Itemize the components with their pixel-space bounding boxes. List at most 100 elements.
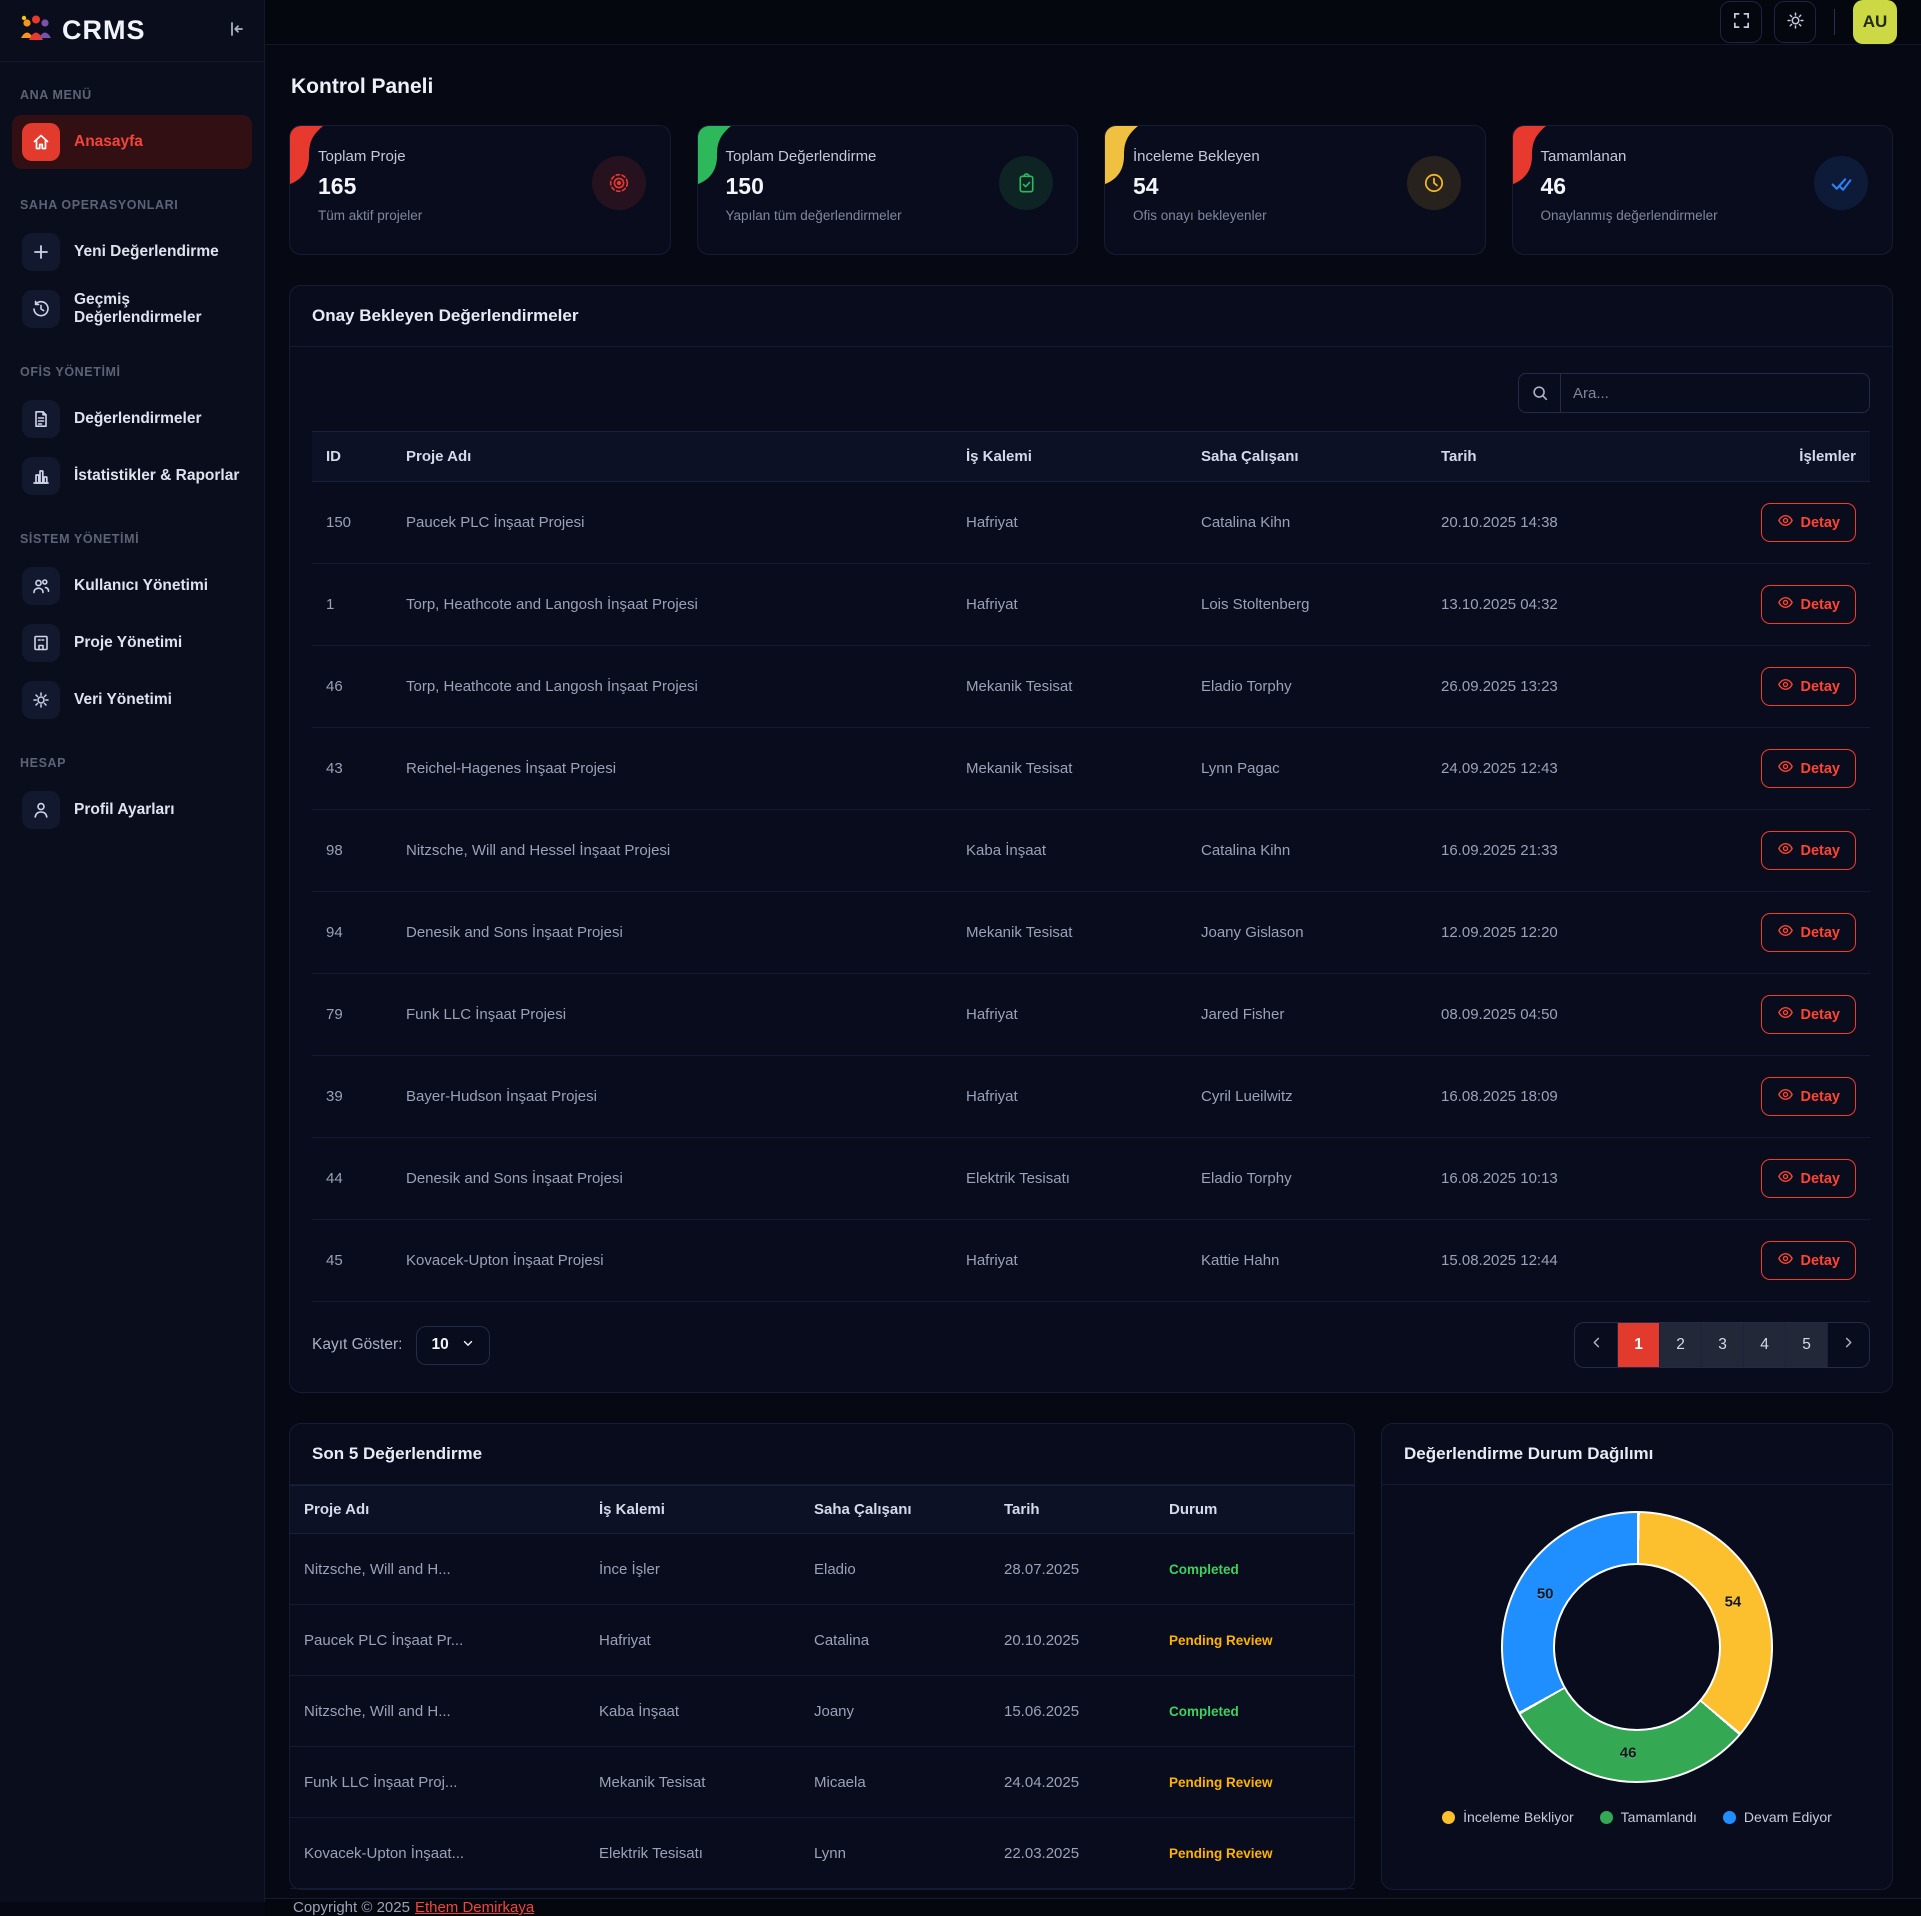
clipboard-check-icon <box>999 156 1053 210</box>
pager-page-5[interactable]: 5 <box>1785 1323 1827 1367</box>
sidebar-item-yeni-degerlendirme[interactable]: Yeni Değerlendirme <box>12 225 252 279</box>
cell-project: Funk LLC İnşaat Projesi <box>392 974 952 1056</box>
sidebar-item-label: Kullanıcı Yönetimi <box>74 577 208 595</box>
legend-item-tamamlandi[interactable]: Tamamlandı <box>1600 1809 1697 1825</box>
detay-label: Detay <box>1801 1007 1841 1023</box>
detay-button[interactable]: Detay <box>1761 503 1857 542</box>
cell-project: Nitzsche, Will and H... <box>290 1534 585 1605</box>
history-icon-box <box>22 290 60 328</box>
cell-date: 24.04.2025 <box>990 1747 1155 1818</box>
col-date: Tarih <box>1427 432 1707 482</box>
recent-panel-header: Son 5 Değerlendirme <box>290 1424 1354 1485</box>
table-row: Nitzsche, Will and H... Kaba İnşaat Joan… <box>290 1676 1354 1747</box>
eye-icon <box>1777 922 1794 943</box>
cell-project: Kovacek-Upton İnşaat Projesi <box>392 1220 952 1302</box>
cell-work-item: Mekanik Tesisat <box>585 1747 800 1818</box>
sidebar-item-label: Yeni Değerlendirme <box>74 243 219 261</box>
footer: Copyright © 2025 Ethem Demirkaya <box>265 1898 1921 1916</box>
cell-work-item: İnce İşler <box>585 1534 800 1605</box>
pager-page-1[interactable]: 1 <box>1617 1323 1659 1367</box>
search-box <box>1518 373 1870 413</box>
cell-date: 24.09.2025 12:43 <box>1427 728 1707 810</box>
pending-table: ID Proje Adı İş Kalemi Saha Çalışanı Tar… <box>312 431 1870 1302</box>
table-row: 43 Reichel-Hagenes İnşaat Projesi Mekani… <box>312 728 1870 810</box>
page-title: Kontrol Paneli <box>291 75 1893 99</box>
app-title: CRMS <box>62 15 146 46</box>
recent-table-header-row: Proje Adı İş Kalemi Saha Çalışanı Tarih … <box>290 1486 1354 1534</box>
pager-next-button[interactable] <box>1827 1323 1869 1367</box>
sidebar-item-gecmis-degerlendirmeler[interactable]: Geçmiş Değerlendirmeler <box>12 282 252 336</box>
detay-label: Detay <box>1801 597 1841 613</box>
detay-button[interactable]: Detay <box>1761 667 1857 706</box>
col-project: Proje Adı <box>392 432 952 482</box>
sidebar-item-profil-ayarlari[interactable]: Profil Ayarları <box>12 783 252 837</box>
detay-label: Detay <box>1801 1253 1841 1269</box>
detay-button[interactable]: Detay <box>1761 913 1857 952</box>
cell-id: 43 <box>312 728 392 810</box>
detay-button[interactable]: Detay <box>1761 749 1857 788</box>
page-size-select[interactable]: 10 <box>416 1326 489 1365</box>
eye-icon <box>1777 676 1794 697</box>
detay-button[interactable]: Detay <box>1761 831 1857 870</box>
sidebar-item-iistatistikler-raporlar[interactable]: İstatistikler & Raporlar <box>12 449 252 503</box>
legend-item-iinceleme-bekliyor[interactable]: İnceleme Bekliyor <box>1442 1809 1574 1825</box>
card-ribbon <box>1105 126 1143 193</box>
cell-project: Denesik and Sons İnşaat Projesi <box>392 892 952 974</box>
users-icon-box <box>22 567 60 605</box>
sidebar-item-anasayfa[interactable]: Anasayfa <box>12 115 252 169</box>
topbar: AU <box>265 0 1921 45</box>
stat-desc: Onaylanmış değerlendirmeler <box>1541 208 1718 223</box>
theme-toggle-button[interactable] <box>1774 1 1816 43</box>
pager-prev-button[interactable] <box>1575 1323 1617 1367</box>
eye-icon <box>1777 1250 1794 1271</box>
slice-value-label: 50 <box>1537 1586 1554 1603</box>
cell-date: 15.08.2025 12:44 <box>1427 1220 1707 1302</box>
sidebar-section-hesap: HESAP <box>0 730 264 780</box>
detay-button[interactable]: Detay <box>1761 585 1857 624</box>
stat-texts: Tamamlanan 46 Onaylanmış değerlendirmele… <box>1541 148 1718 254</box>
fullscreen-icon <box>1732 11 1751 33</box>
sidebar-item-proje-yonetimi[interactable]: Proje Yönetimi <box>12 616 252 670</box>
pager-page-2[interactable]: 2 <box>1659 1323 1701 1367</box>
detay-button[interactable]: Detay <box>1761 1159 1857 1198</box>
search-input[interactable] <box>1560 373 1870 413</box>
theme-sun-icon <box>1786 11 1805 33</box>
legend-item-devam-ediyor[interactable]: Devam Ediyor <box>1723 1809 1832 1825</box>
cell-worker: Eladio Torphy <box>1187 1138 1427 1220</box>
bottom-row: Son 5 Değerlendirme Proje Adı İş Kalemi … <box>289 1423 1893 1890</box>
slice-value-label: 46 <box>1620 1744 1637 1761</box>
fullscreen-button[interactable] <box>1720 1 1762 43</box>
sidebar-logo-row: CRMS <box>0 0 264 62</box>
detay-button[interactable]: Detay <box>1761 995 1857 1034</box>
cell-id: 1 <box>312 564 392 646</box>
detay-button[interactable]: Detay <box>1761 1077 1857 1116</box>
cell-date: 28.07.2025 <box>990 1534 1155 1605</box>
pager-page-3[interactable]: 3 <box>1701 1323 1743 1367</box>
sidebar-item-label: Geçmiş Değerlendirmeler <box>74 291 242 327</box>
status-badge: Pending Review <box>1169 1775 1273 1790</box>
stat-desc: Ofis onayı bekleyenler <box>1133 208 1267 223</box>
document-icon-box <box>22 400 60 438</box>
page-size-control: Kayıt Göster: 10 <box>312 1326 490 1365</box>
cell-actions: Detay <box>1707 1220 1870 1302</box>
home-icon-box <box>22 123 60 161</box>
table-row: Kovacek-Upton İnşaat... Elektrik Tesisat… <box>290 1818 1354 1889</box>
cell-work-item: Mekanik Tesisat <box>952 728 1187 810</box>
table-row: 39 Bayer-Hudson İnşaat Projesi Hafriyat … <box>312 1056 1870 1138</box>
pager-page-4[interactable]: 4 <box>1743 1323 1785 1367</box>
sidebar-section-ana-menu: ANA MENÜ <box>0 62 264 112</box>
cell-work-item: Mekanik Tesisat <box>952 646 1187 728</box>
cell-id: 98 <box>312 810 392 892</box>
sidebar-collapse-button[interactable] <box>226 19 246 42</box>
cell-date: 20.10.2025 14:38 <box>1427 482 1707 564</box>
sidebar-item-kullanici-yonetimi[interactable]: Kullanıcı Yönetimi <box>12 559 252 613</box>
sidebar-item-degerlendirmeler[interactable]: Değerlendirmeler <box>12 392 252 446</box>
detay-button[interactable]: Detay <box>1761 1241 1857 1280</box>
sidebar-item-veri-yonetimi[interactable]: Veri Yönetimi <box>12 673 252 727</box>
col-work-item: İş Kalemi <box>585 1486 800 1534</box>
stats-row: Toplam Proje 165 Tüm aktif projeler Topl… <box>289 125 1893 255</box>
search-icon[interactable] <box>1518 373 1560 413</box>
cell-actions: Detay <box>1707 728 1870 810</box>
user-avatar[interactable]: AU <box>1853 0 1897 44</box>
table-row: 46 Torp, Heathcote and Langosh İnşaat Pr… <box>312 646 1870 728</box>
